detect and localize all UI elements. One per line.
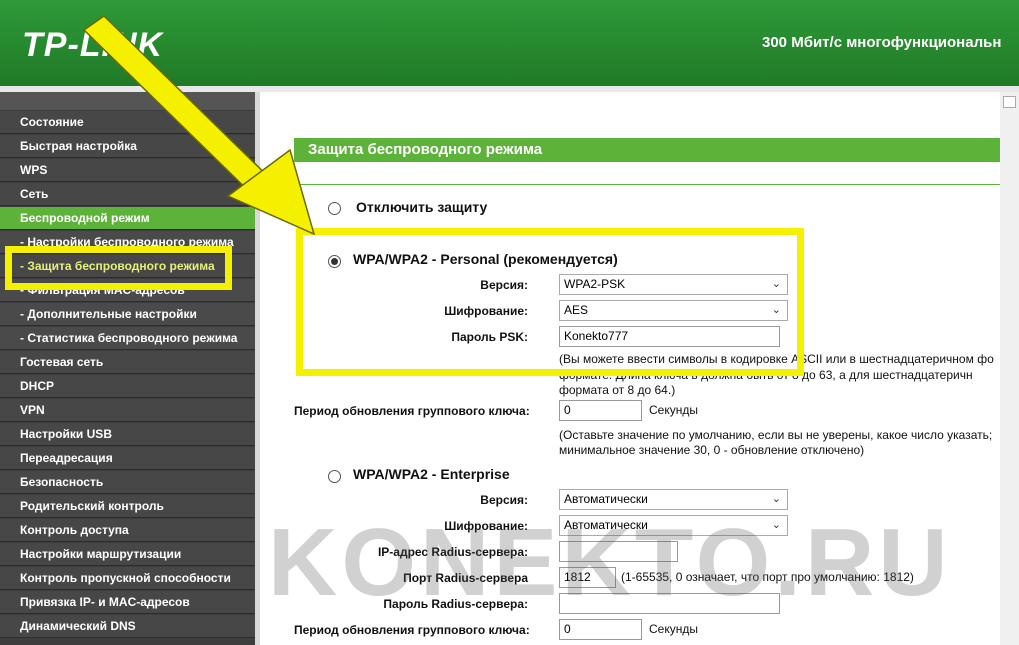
annotation-arrow xyxy=(82,15,316,236)
router-admin-page: TP-LINK 300 Мбит/с многофункциональн Сос… xyxy=(0,0,1019,645)
